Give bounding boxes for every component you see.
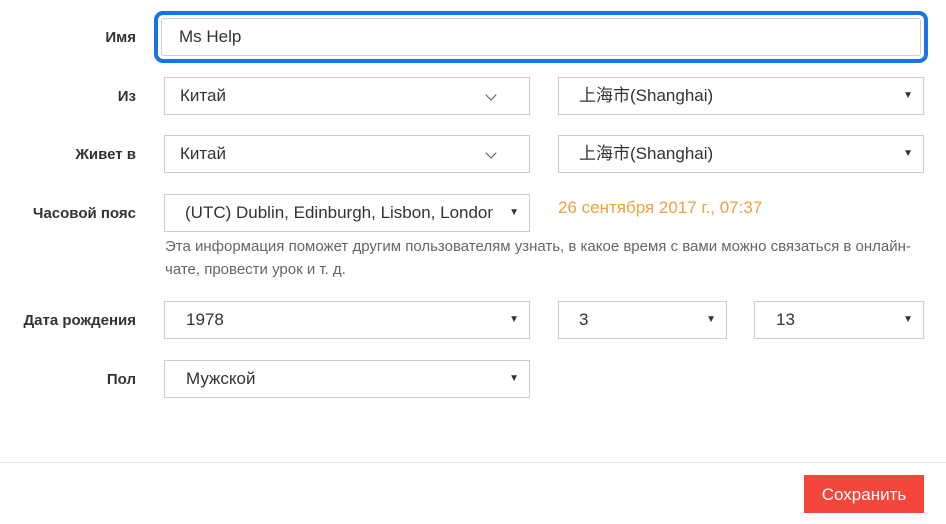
from-city-select[interactable]: 上海市(Shanghai) ▼ — [558, 77, 924, 115]
lives-in-city-select[interactable]: 上海市(Shanghai) ▼ — [558, 135, 924, 173]
name-input-focus-ring — [154, 11, 928, 63]
footer-divider — [0, 462, 946, 463]
birth-year-value: 1978 — [186, 310, 224, 329]
birth-month-select[interactable]: 3 ▼ — [558, 301, 727, 339]
caret-down-icon: ▼ — [903, 314, 913, 325]
timezone-select[interactable]: (UTC) Dublin, Edinburgh, Lisbon, London … — [164, 194, 530, 232]
lives-in-country-value: Китай — [180, 144, 226, 163]
caret-down-icon: ▼ — [706, 314, 716, 325]
from-city-value: 上海市(Shanghai) — [579, 86, 714, 105]
lives-in-label: Живет в — [75, 146, 136, 163]
birth-year-select[interactable]: 1978 ▼ — [164, 301, 530, 339]
from-country-select[interactable]: Китай — [164, 77, 530, 115]
lives-in-country-select[interactable]: Китай — [164, 135, 530, 173]
timezone-current-time: 26 сентября 2017 г., 07:37 — [558, 198, 763, 217]
birth-month-value: 3 — [579, 310, 589, 329]
birth-day-value: 13 — [776, 310, 795, 329]
timezone-hint: Эта информация поможет другим пользовате… — [165, 238, 911, 278]
timezone-value: (UTC) Dublin, Edinburgh, Lisbon, London — [185, 203, 493, 222]
profile-edit-form: Имя Из Китай 上海市(Shanghai) ▼ Живет в Кит… — [0, 0, 946, 524]
gender-value: Мужской — [186, 369, 256, 388]
lives-in-city-value: 上海市(Shanghai) — [579, 144, 714, 163]
from-country-value: Китай — [180, 86, 226, 105]
save-button[interactable]: Сохранить — [804, 475, 924, 513]
name-label: Имя — [105, 29, 136, 46]
caret-down-icon: ▼ — [903, 148, 913, 159]
caret-down-icon: ▼ — [509, 314, 519, 325]
caret-down-icon: ▼ — [509, 207, 519, 218]
name-input[interactable] — [161, 18, 921, 56]
gender-select[interactable]: Мужской ▼ — [164, 360, 530, 398]
timezone-label: Часовой пояс — [32, 205, 136, 222]
caret-down-icon: ▼ — [903, 90, 913, 101]
birth-day-select[interactable]: 13 ▼ — [754, 301, 924, 339]
birthdate-label: Дата рождения — [23, 312, 136, 329]
caret-down-icon: ▼ — [509, 373, 519, 384]
gender-label: Пол — [106, 371, 136, 388]
from-label: Из — [117, 88, 136, 105]
